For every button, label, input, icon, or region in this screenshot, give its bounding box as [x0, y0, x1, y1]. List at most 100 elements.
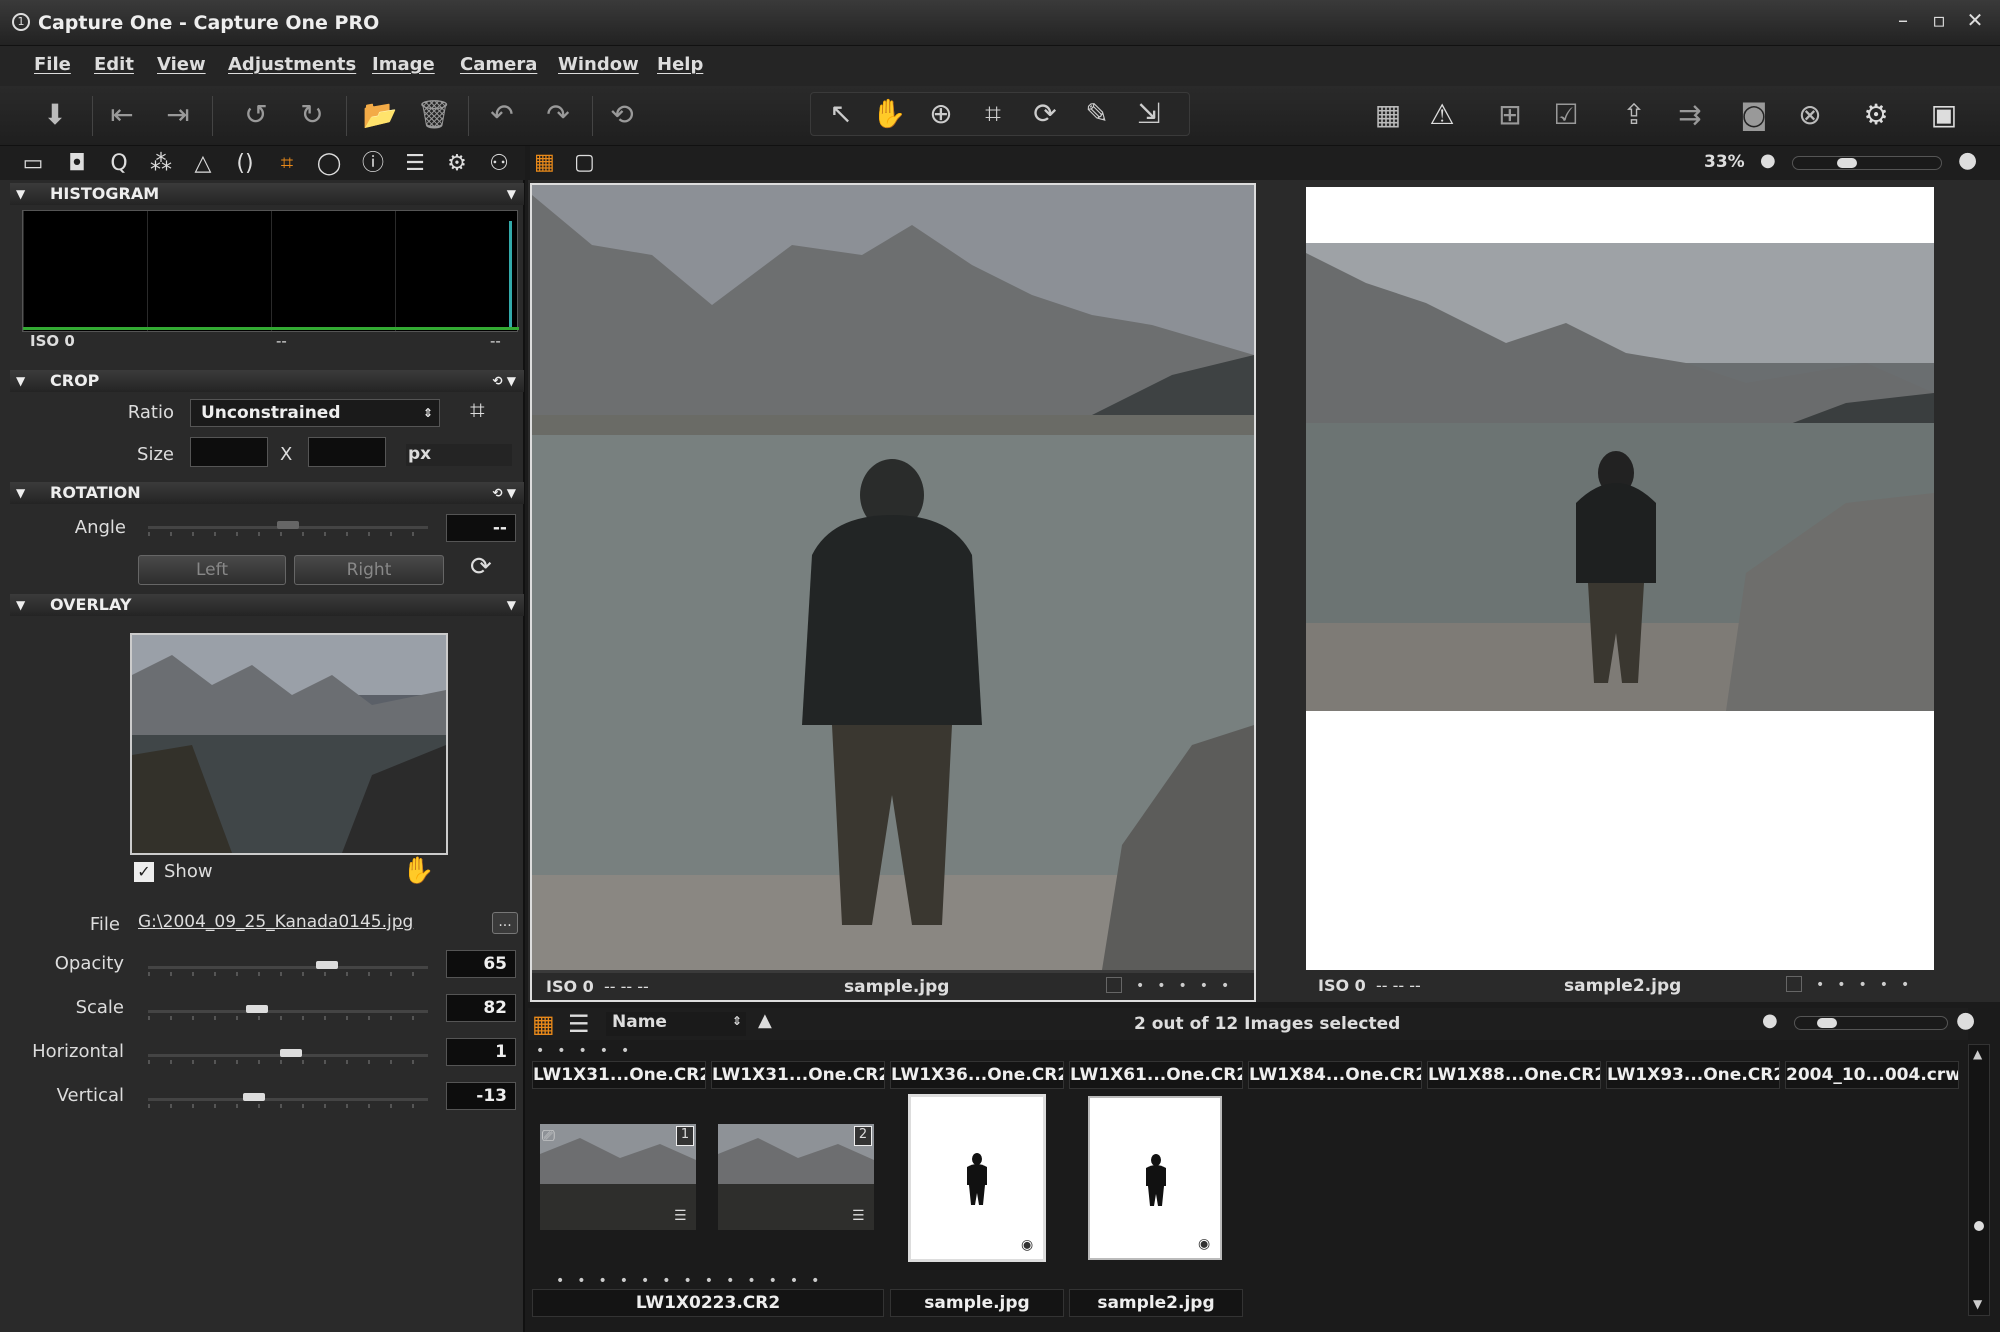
zoom-out-icon[interactable]: ● — [1760, 150, 1776, 171]
vertical-thumb[interactable] — [243, 1093, 265, 1101]
crop-tool-icon[interactable]: ⌗ — [971, 93, 1015, 135]
vertical-value[interactable]: -13 — [446, 1082, 516, 1110]
exposure-tab-icon[interactable]: △ — [186, 150, 220, 178]
thumbnail[interactable]: ⎚ 1 ☰ — [540, 1124, 696, 1230]
crop-height-input[interactable] — [308, 437, 386, 467]
folder-tab-icon[interactable]: ▭ — [16, 150, 50, 178]
viewer-pane-right[interactable] — [1306, 187, 1934, 970]
cancel-icon[interactable]: ⊗ — [1788, 94, 1832, 136]
thumbnail-selected[interactable]: ◉ — [1088, 1096, 1222, 1260]
menu-adjustments[interactable]: Adjustments — [228, 54, 356, 75]
rotation-header[interactable]: ▼ ROTATION ⟲ ▼ — [10, 482, 524, 504]
angle-slider[interactable] — [148, 517, 428, 539]
thumb-name[interactable]: sample2.jpg — [1069, 1289, 1243, 1317]
select-cursor-icon[interactable]: ↖ — [819, 93, 863, 135]
thumb-name[interactable]: LW1X61...One.CR2 — [1069, 1061, 1243, 1089]
select-album-icon[interactable]: ☑ — [1544, 94, 1588, 136]
show-checkbox[interactable]: ✓ — [134, 862, 154, 882]
overlay-header[interactable]: ▼ OVERLAY ▼ — [10, 594, 524, 616]
overlay-file-path[interactable]: G:\2004_09_25_Kanada0145.jpg — [138, 912, 413, 932]
camera-tab-icon[interactable]: ◘ — [60, 150, 94, 178]
crop-width-input[interactable] — [190, 437, 268, 467]
opacity-slider[interactable] — [148, 957, 428, 979]
horizontal-value[interactable]: 1 — [446, 1038, 516, 1066]
thumb-name[interactable]: LW1X84...One.CR2 — [1248, 1061, 1422, 1089]
zoom-slider[interactable] — [1792, 156, 1942, 170]
reset-icon[interactable]: ⟲ — [600, 94, 644, 136]
thumb-name[interactable]: LW1X31...One.CR2 — [532, 1061, 706, 1089]
viewer-right-tag[interactable] — [1786, 976, 1802, 992]
multi-view-icon[interactable]: ▦ — [534, 150, 562, 175]
hand-tool-icon[interactable]: ✋ — [867, 93, 911, 135]
opacity-value[interactable]: 65 — [446, 950, 516, 978]
process-icon[interactable]: ⇪ — [1612, 94, 1656, 136]
lens-tab-icon[interactable]: () — [228, 150, 262, 178]
rotate-free-icon[interactable]: ⟳ — [470, 552, 492, 582]
crop-icon[interactable]: ⌗ — [470, 396, 485, 427]
browser-scrollbar[interactable]: ▲ ▼ — [1968, 1044, 1990, 1316]
thumb-name[interactable]: LW1X0223.CR2 — [532, 1289, 884, 1317]
thumb-name[interactable]: LW1X88...One.CR2 — [1427, 1061, 1601, 1089]
focus-tab-icon[interactable]: ◯ — [312, 150, 346, 178]
rotate-right-button[interactable]: Right — [294, 555, 444, 585]
thumbnail-selected[interactable]: ◉ — [908, 1094, 1046, 1262]
menu-image[interactable]: Image — [372, 54, 435, 75]
trash-icon[interactable]: 🗑 — [412, 94, 456, 136]
grid-icon[interactable]: ▦ — [1366, 94, 1410, 136]
close-icon[interactable]: ✕ — [1960, 8, 1990, 36]
exposure-warning-icon[interactable]: ⚠ — [1420, 94, 1464, 136]
menu-edit[interactable]: Edit — [94, 54, 134, 75]
histogram-header[interactable]: ▼ HISTOGRAM ▼ — [10, 183, 524, 205]
settings-tab-icon[interactable]: ⚙ — [440, 150, 474, 178]
previous-icon[interactable]: ⇤ — [100, 94, 144, 136]
browse-button[interactable]: ... — [492, 912, 518, 934]
color-picker-icon[interactable]: ✎ — [1075, 93, 1119, 135]
info-tab-icon[interactable]: ⓘ — [356, 150, 390, 178]
unit-select[interactable]: px — [406, 444, 512, 466]
viewer-pane-left[interactable]: ISO 0 -- -- -- sample.jpg ••••• — [530, 183, 1256, 1002]
maximize-icon[interactable]: ▫ — [1924, 8, 1954, 36]
viewer-right-rating[interactable]: ••••• — [1816, 978, 1922, 992]
menu-view[interactable]: View — [157, 54, 206, 75]
crop-header[interactable]: ▼ CROP ⟲ ▼ — [10, 370, 524, 392]
rating-row[interactable]: ••••••••••••• — [556, 1274, 832, 1288]
scale-thumb[interactable] — [246, 1005, 268, 1013]
thumb-name[interactable]: 2004_10...004.crw — [1785, 1061, 1959, 1089]
redo-icon[interactable]: ↷ — [536, 94, 580, 136]
rotate-left-button[interactable]: Left — [138, 555, 286, 585]
ratio-select[interactable]: Unconstrained ⇕ — [190, 399, 440, 427]
thumb-size-large-icon[interactable]: ● — [1956, 1008, 1975, 1033]
scroll-up-icon[interactable]: ▲ — [1973, 1047, 1982, 1061]
undo-icon[interactable]: ↶ — [480, 94, 524, 136]
batch-icon[interactable]: ⇉ — [1668, 94, 1712, 136]
menu-window[interactable]: Window — [558, 54, 639, 75]
viewer-left-tag[interactable] — [1106, 977, 1122, 993]
menu-help[interactable]: Help — [657, 54, 703, 75]
menu-file[interactable]: File — [34, 54, 71, 75]
horizontal-slider[interactable] — [148, 1045, 428, 1067]
vertical-slider[interactable] — [148, 1089, 428, 1111]
camera-icon[interactable]: ◙ — [1732, 94, 1776, 136]
thumb-size-small-icon[interactable]: ● — [1762, 1010, 1778, 1031]
sort-order-icon[interactable]: ▲ — [758, 1010, 772, 1031]
import-icon[interactable]: ⬇ — [33, 94, 77, 136]
thumb-name[interactable]: LW1X31...One.CR2 — [711, 1061, 885, 1089]
scale-value[interactable]: 82 — [446, 994, 516, 1022]
rotate-left-icon[interactable]: ↺ — [234, 94, 278, 136]
batch-tab-icon[interactable]: ⚇ — [482, 150, 516, 178]
rotate-right-icon[interactable]: ↻ — [290, 94, 334, 136]
sort-select[interactable]: Name ⇕ — [606, 1012, 746, 1036]
copy-apply-icon[interactable]: ⇲ — [1127, 93, 1171, 135]
color-tab-icon[interactable]: ⁂ — [144, 150, 178, 178]
open-folder-icon[interactable]: 📂 — [358, 94, 402, 136]
thumb-name[interactable]: sample.jpg — [890, 1289, 1064, 1317]
minimize-icon[interactable]: – — [1888, 8, 1918, 36]
viewer-left-rating[interactable]: ••••• — [1136, 979, 1242, 993]
overlay-hand-icon[interactable]: ✋ — [402, 856, 434, 886]
next-icon[interactable]: ⇥ — [156, 94, 200, 136]
scroll-down-icon[interactable]: ▼ — [1973, 1297, 1982, 1311]
scroll-thumb[interactable] — [1974, 1221, 1984, 1231]
zoom-in-icon[interactable]: ● — [1958, 148, 1977, 173]
list-view-icon[interactable]: ☰ — [568, 1010, 590, 1038]
metadata-tab-icon[interactable]: ☰ — [398, 150, 432, 178]
